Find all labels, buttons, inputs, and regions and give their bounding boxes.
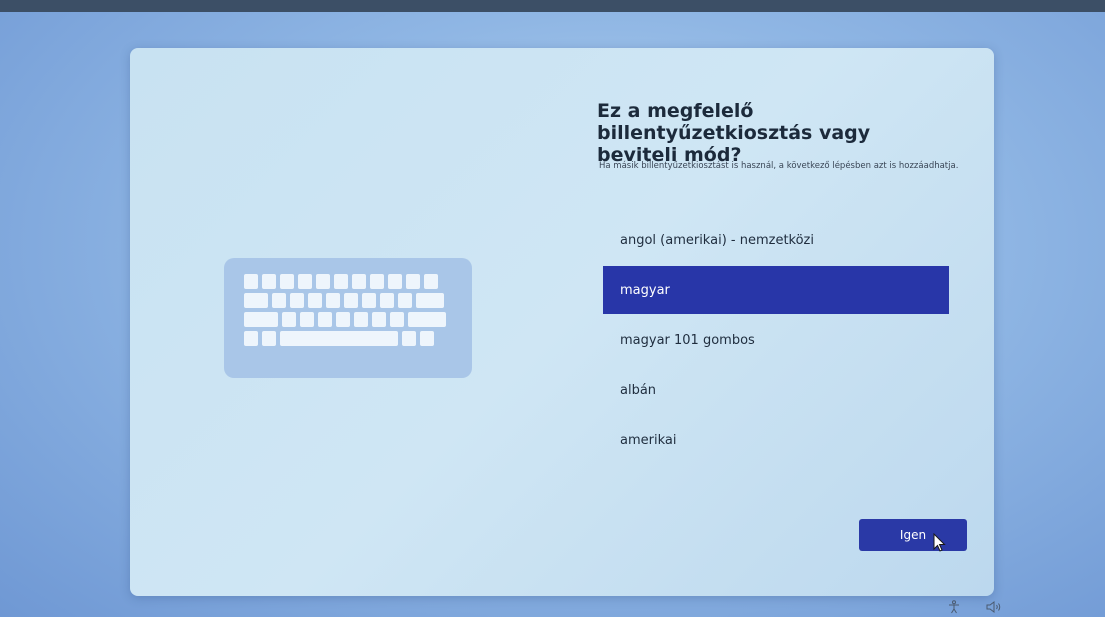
keyboard-icon xyxy=(224,258,472,378)
layout-option[interactable]: angol (amerikai) - nemzetközi xyxy=(603,216,949,264)
keyboard-row-3 xyxy=(244,312,446,327)
volume-icon[interactable] xyxy=(986,600,1002,614)
keyboard-row-1 xyxy=(244,274,438,289)
keyboard-row-2 xyxy=(244,293,444,308)
layout-option[interactable]: albán xyxy=(603,366,949,414)
layout-option[interactable]: magyar 101 gombos xyxy=(603,316,949,364)
top-band xyxy=(0,0,1105,12)
yes-button[interactable]: Igen xyxy=(859,519,967,551)
page-title: Ez a megfelelő billentyűzetkiosztás vagy… xyxy=(597,100,871,166)
keyboard-row-4 xyxy=(244,331,434,346)
page-subtitle: Ha másik billentyűzetkiosztást is haszná… xyxy=(599,161,959,171)
layout-option[interactable]: amerikai xyxy=(603,416,949,464)
accessibility-icon[interactable] xyxy=(947,600,961,614)
mouse-pointer-icon xyxy=(933,533,946,552)
layout-option-selected[interactable]: magyar xyxy=(603,266,949,314)
keyboard-layout-list: angol (amerikai) - nemzetközi magyar mag… xyxy=(603,216,949,466)
oobe-panel: Ez a megfelelő billentyűzetkiosztás vagy… xyxy=(130,48,994,596)
